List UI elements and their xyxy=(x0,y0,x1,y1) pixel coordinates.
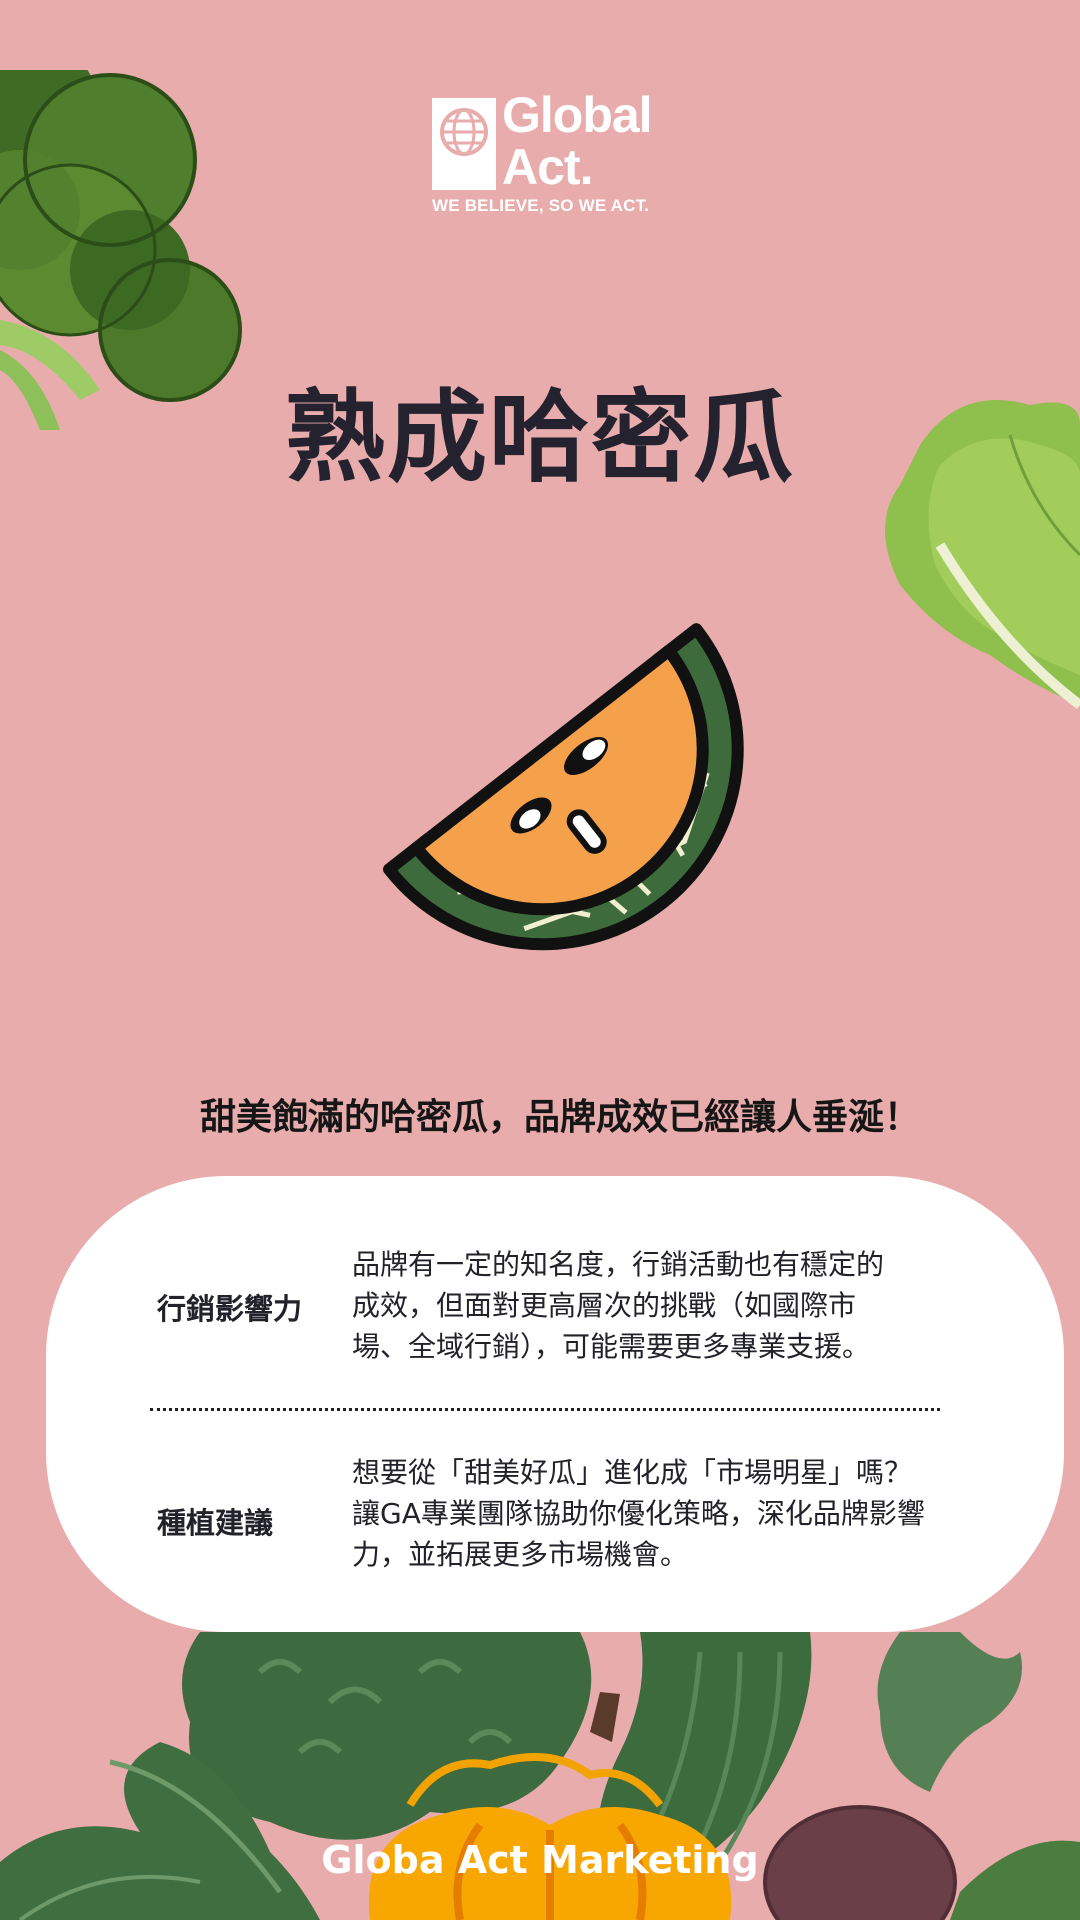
divider xyxy=(150,1408,940,1411)
marketing-impact-line: 場、全域行銷），可能需要更多專業支援。 xyxy=(352,1330,871,1363)
page-title: 熟成哈密瓜 xyxy=(285,379,795,496)
planting-advice-text: 想要從「甜美好瓜」進化成「市場明星」嗎？ 讓GA專業團隊協助你優化策略，深化品牌… xyxy=(352,1452,962,1575)
marketing-impact-line: 成效，但面對更高層次的挑戰（如國際市 xyxy=(352,1289,857,1322)
marketing-impact-text: 品牌有一定的知名度，行銷活動也有穩定的 成效，但面對更高層次的挑戰（如國際市 場… xyxy=(352,1244,962,1367)
planting-advice-line: 讓GA專業團隊協助你優化策略，深化品牌影響 xyxy=(352,1497,925,1530)
pumpkin-illustration xyxy=(368,1753,732,1920)
brand-logo: Global Act. WE BELIEVE, SO WE ACT. xyxy=(432,90,682,218)
planting-advice-line: 想要從「甜美好瓜」進化成「市場明星」嗎？ xyxy=(352,1456,913,1489)
logo-slogan: WE BELIEVE, SO WE ACT. xyxy=(432,196,650,215)
melon-character-illustration xyxy=(383,623,744,951)
logo-word-act: Act. xyxy=(502,139,593,195)
logo-box xyxy=(432,98,496,190)
marketing-impact-label: 行銷影響力 xyxy=(157,1292,303,1326)
marketing-impact-line: 品牌有一定的知名度，行銷活動也有穩定的 xyxy=(352,1248,885,1281)
footer-brand-text: Globa Act Marketing xyxy=(321,1838,759,1882)
planting-advice-line: 力，並拓展更多市場機會。 xyxy=(352,1538,689,1571)
logo-word-global: Global xyxy=(502,87,653,143)
tagline: 甜美飽滿的哈密瓜，品牌成效已經讓人垂涎！ xyxy=(199,1097,920,1138)
planting-advice-label: 種植建議 xyxy=(157,1506,274,1540)
globe-icon xyxy=(440,108,488,156)
